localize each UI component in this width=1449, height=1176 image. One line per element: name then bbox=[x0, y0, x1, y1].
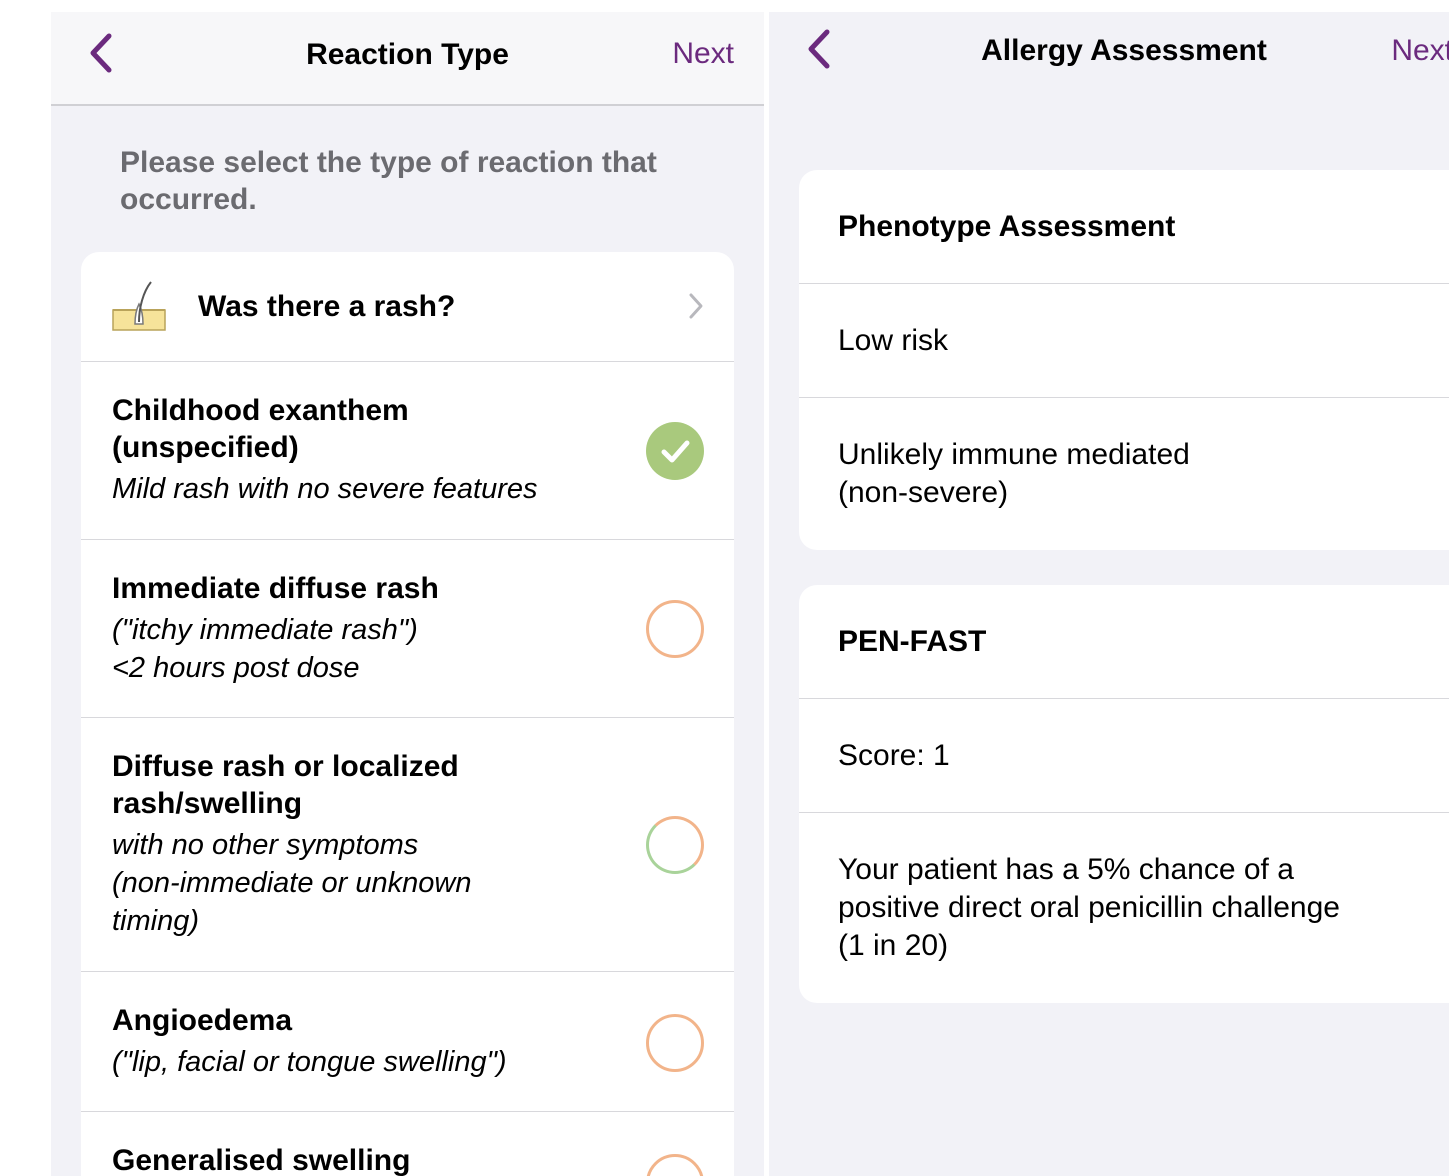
pen-fast-card: PEN-FAST Score: 1 Your patient has a 5% … bbox=[799, 585, 1449, 1003]
option-diffuse-or-localized-rash[interactable]: Diffuse rash or localized rash/swelling … bbox=[81, 718, 734, 972]
page-title: Allergy Assessment bbox=[981, 34, 1267, 67]
allergy-assessment-screen: Allergy Assessment Next Phenotype Assess… bbox=[769, 12, 1449, 1176]
empty-circle-icon[interactable] bbox=[646, 816, 704, 874]
chevron-left-icon bbox=[90, 33, 112, 73]
reaction-options-card: Was there a rash? Childhood exanthem (un… bbox=[81, 252, 734, 1176]
option-immediate-diffuse-rash[interactable]: Immediate diffuse rash ("itchy immediate… bbox=[81, 540, 734, 718]
option-angioedema[interactable]: Angioedema ("lip, facial or tongue swell… bbox=[81, 972, 734, 1112]
back-button[interactable] bbox=[799, 26, 839, 72]
option-subtitle: ("itchy immediate rash") <2 hours post d… bbox=[112, 614, 418, 684]
reaction-type-screen: Reaction Type Next Please select the typ… bbox=[51, 12, 764, 1176]
risk-level-row: Low risk bbox=[799, 284, 1449, 398]
selected-radio[interactable] bbox=[646, 422, 704, 480]
empty-circle-icon[interactable] bbox=[646, 600, 704, 658]
option-title: Generalised swelling bbox=[112, 1144, 411, 1176]
option-subtitle: with no other symptoms (non-immediate or… bbox=[112, 829, 472, 937]
instruction-text: Please select the type of reaction that … bbox=[120, 146, 657, 216]
page-title: Reaction Type bbox=[306, 38, 509, 71]
challenge-probability-row: Your patient has a 5% chance of a positi… bbox=[838, 853, 1340, 962]
empty-circle-icon[interactable] bbox=[646, 1014, 704, 1072]
phenotype-assessment-card: Phenotype Assessment Low risk Unlikely i… bbox=[799, 170, 1449, 550]
chevron-right-icon bbox=[689, 293, 703, 319]
empty-circle-icon[interactable] bbox=[646, 1154, 704, 1176]
chevron-left-icon bbox=[808, 29, 830, 69]
next-button[interactable]: Next bbox=[1391, 34, 1449, 68]
score-row: Score: 1 bbox=[799, 699, 1449, 813]
next-button[interactable]: Next bbox=[672, 37, 734, 71]
section-header: PEN-FAST bbox=[799, 585, 1449, 699]
option-title: Angioedema bbox=[112, 1004, 293, 1037]
back-button[interactable] bbox=[81, 30, 121, 76]
option-childhood-exanthem[interactable]: Childhood exanthem (unspecified) Mild ra… bbox=[81, 362, 734, 540]
skin-layer-icon bbox=[112, 281, 166, 331]
section-header: Phenotype Assessment bbox=[799, 170, 1449, 284]
rash-question-label: Was there a rash? bbox=[198, 290, 456, 323]
rash-question-row[interactable]: Was there a rash? bbox=[81, 252, 734, 362]
option-subtitle: Mild rash with no severe features bbox=[112, 473, 538, 505]
nav-bar: Reaction Type Next bbox=[51, 12, 764, 106]
phenotype-description-row: Unlikely immune mediated (non-severe) bbox=[838, 438, 1190, 509]
option-subtitle: ("lip, facial or tongue swelling") bbox=[112, 1046, 507, 1078]
option-title: Immediate diffuse rash bbox=[112, 572, 439, 605]
checkmark-icon bbox=[661, 440, 690, 463]
option-title: Childhood exanthem (unspecified) bbox=[112, 394, 409, 464]
nav-bar: Allergy Assessment Next bbox=[769, 12, 1449, 92]
option-title: Diffuse rash or localized rash/swelling bbox=[112, 750, 459, 820]
option-generalised-swelling[interactable]: Generalised swelling bbox=[81, 1112, 734, 1176]
